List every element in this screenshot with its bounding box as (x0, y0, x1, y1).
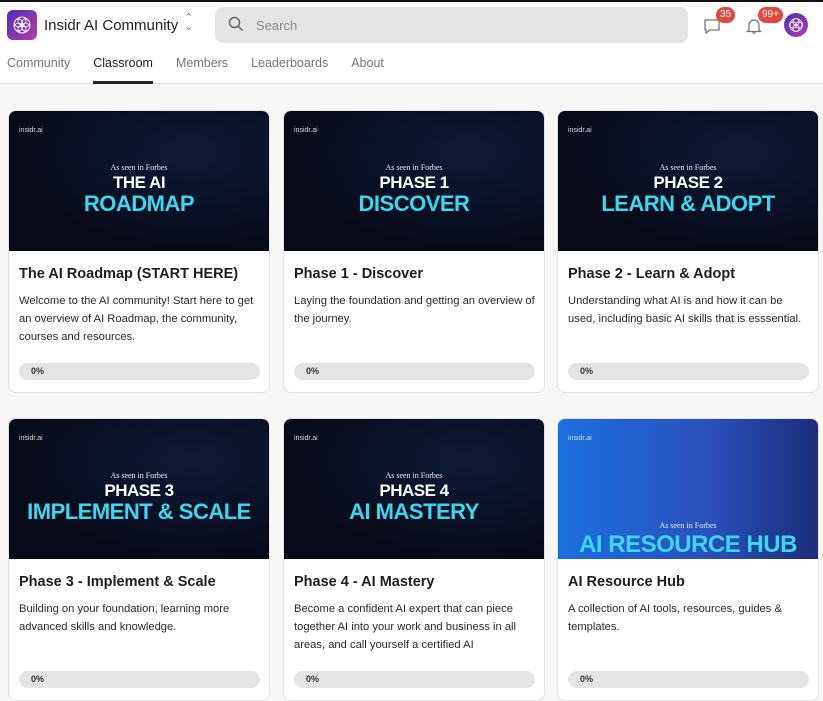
insidr-logo: insidr.ai (19, 127, 43, 134)
tab-classroom[interactable]: Classroom (93, 56, 153, 84)
progress-bar: 0% (294, 363, 535, 380)
progress-label: 0% (306, 366, 320, 376)
search-icon (228, 16, 244, 32)
course-thumbnail[interactable]: insidr.ai As seen in Forbes PHASE 1 DISC… (284, 111, 544, 251)
course-description: Become a confident AI expert that can pi… (294, 603, 517, 651)
course-title[interactable]: Phase 2 - Learn & Adopt (568, 266, 735, 282)
nav-tabs: Community Classroom Members Leaderboards… (0, 56, 400, 84)
progress-bar: 0% (19, 363, 260, 380)
progress-label: 0% (31, 366, 45, 376)
thumbnail-subheading: DISCOVER (358, 191, 470, 216)
avatar-flower-icon (789, 18, 803, 32)
course-title[interactable]: AI Resource Hub (568, 574, 685, 590)
insidr-logo: insidr.ai (294, 435, 318, 442)
forbes-mention: As seen in Forbes (385, 471, 443, 480)
course-card[interactable]: insidr.ai As seen in Forbes AI RESOURCE … (557, 418, 819, 701)
thumbnail-heading: PHASE 2 (653, 173, 723, 192)
progress-label: 0% (31, 674, 45, 684)
course-description: Laying the foundation and getting an ove… (294, 295, 535, 325)
progress-label: 0% (580, 366, 594, 376)
course-description: Understanding what AI is and how it can … (568, 295, 802, 325)
thumbnail-heading: PHASE 3 (104, 481, 174, 500)
course-thumbnail[interactable]: insidr.ai As seen in Forbes THE AI ROADM… (9, 111, 269, 251)
search-input[interactable]: Search (215, 7, 688, 43)
course-thumbnail[interactable]: insidr.ai As seen in Forbes PHASE 3 IMPL… (9, 419, 269, 559)
forbes-mention: As seen in Forbes (110, 163, 168, 172)
tab-community[interactable]: Community (7, 56, 70, 84)
progress-bar: 0% (294, 671, 535, 688)
course-thumbnail[interactable]: insidr.ai As seen in Forbes AI RESOURCE … (558, 419, 818, 559)
thumbnail-heading: PHASE 4 (379, 481, 449, 500)
course-title[interactable]: Phase 1 - Discover (294, 266, 423, 282)
flower-logo-icon (13, 16, 31, 34)
course-description: Building on your foundation, learning mo… (19, 603, 230, 633)
progress-bar: 0% (19, 671, 260, 688)
course-title[interactable]: Phase 4 - AI Mastery (294, 574, 435, 590)
forbes-mention: As seen in Forbes (659, 521, 717, 530)
thumbnail-subheading: AI MASTERY (349, 499, 479, 524)
community-switcher-chevrons-icon[interactable]: ⌃ ⌄ (184, 13, 193, 33)
thumbnail-heading: PHASE 1 (379, 173, 449, 192)
forbes-mention: As seen in Forbes (385, 163, 443, 172)
course-title[interactable]: Phase 3 - Implement & Scale (19, 574, 216, 590)
insidr-logo: insidr.ai (294, 127, 318, 134)
tab-members[interactable]: Members (176, 56, 228, 84)
progress-label: 0% (306, 674, 320, 684)
course-card[interactable]: insidr.ai As seen in Forbes PHASE 4 AI M… (283, 418, 545, 701)
progress-bar: 0% (568, 363, 809, 380)
course-card[interactable]: insidr.ai As seen in Forbes PHASE 3 IMPL… (8, 418, 270, 701)
course-thumbnail[interactable]: insidr.ai As seen in Forbes PHASE 2 LEAR… (558, 111, 818, 251)
community-name[interactable]: Insidr AI Community (44, 17, 178, 34)
tab-about[interactable]: About (351, 56, 384, 84)
thumbnail-heading: THE AI (112, 173, 166, 192)
course-card[interactable]: insidr.ai As seen in Forbes THE AI ROADM… (8, 110, 270, 393)
community-logo[interactable] (7, 10, 37, 40)
messages-badge: 35 (716, 7, 736, 23)
course-card[interactable]: insidr.ai As seen in Forbes PHASE 2 LEAR… (557, 110, 819, 393)
progress-label: 0% (580, 674, 594, 684)
course-description: Welcome to the AI community! Start here … (19, 295, 254, 343)
course-description: A collection of AI tools, resources, gui… (568, 603, 782, 633)
thumbnail-subheading: ROADMAP (83, 191, 195, 216)
insidr-logo: insidr.ai (568, 127, 592, 134)
thumbnail-subheading: AI RESOURCE HUB (579, 531, 797, 558)
search-placeholder: Search (256, 18, 298, 33)
forbes-mention: As seen in Forbes (659, 163, 717, 172)
tab-leaderboards[interactable]: Leaderboards (251, 56, 328, 84)
forbes-mention: As seen in Forbes (110, 471, 168, 480)
insidr-logo: insidr.ai (568, 435, 592, 442)
notifications-badge: 99+ (758, 7, 783, 23)
user-avatar[interactable] (784, 13, 808, 37)
thumbnail-subheading: LEARN & ADOPT (601, 191, 775, 216)
header: Insidr AI Community ⌃ ⌄ Search 35 99+ Com… (0, 2, 823, 84)
insidr-logo: insidr.ai (19, 435, 43, 442)
course-thumbnail[interactable]: insidr.ai As seen in Forbes PHASE 4 AI M… (284, 419, 544, 559)
course-title[interactable]: The AI Roadmap (START HERE) (19, 266, 238, 282)
course-card[interactable]: insidr.ai As seen in Forbes PHASE 1 DISC… (283, 110, 545, 393)
progress-bar: 0% (568, 671, 809, 688)
thumbnail-subheading: IMPLEMENT & SCALE (27, 499, 251, 524)
